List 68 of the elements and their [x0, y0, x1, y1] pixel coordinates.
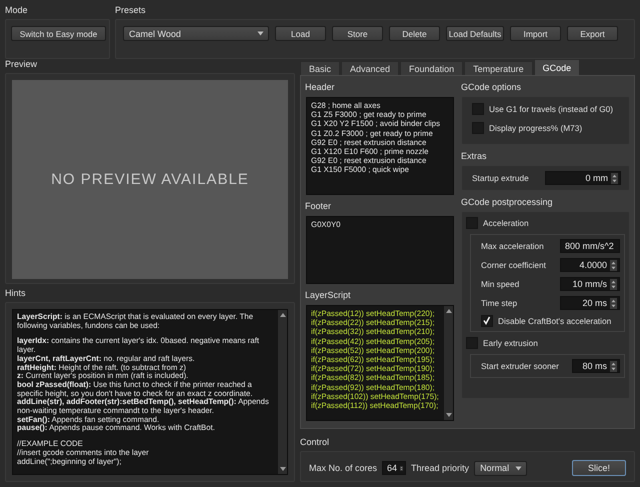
spin-arrows-icon[interactable]: [611, 172, 618, 184]
preset-button[interactable]: Store: [332, 26, 383, 41]
checkbox[interactable]: [472, 122, 484, 134]
tab[interactable]: Advanced: [341, 61, 400, 75]
group-title: Presets: [115, 5, 146, 17]
preset-button[interactable]: Load Defaults: [446, 26, 504, 41]
field-label: Max acceleration: [481, 241, 544, 251]
scroll-down-icon: [280, 467, 286, 471]
caret-icon: [257, 31, 264, 36]
scroll-down-icon: [446, 413, 452, 417]
spin-arrows-icon[interactable]: [610, 298, 617, 308]
spin-arrows-icon[interactable]: [610, 260, 617, 270]
spin-arrows-icon[interactable]: [610, 278, 617, 290]
checkbox[interactable]: [466, 337, 478, 349]
preset-dropdown[interactable]: Camel Wood: [123, 26, 269, 41]
preset-button[interactable]: Import: [510, 26, 561, 41]
field-label: Min speed: [481, 279, 520, 289]
checkbox[interactable]: [481, 315, 493, 327]
checkbox-label: Early extrusion: [483, 338, 538, 348]
group-title: Header: [305, 82, 335, 94]
checkbox[interactable]: [472, 103, 484, 115]
tab[interactable]: GCode: [534, 59, 580, 75]
checkbox-label: Disable CraftBot's acceleration: [498, 316, 612, 326]
preview-message: NO PREVIEW AVAILABLE: [51, 171, 249, 188]
switch-mode-button[interactable]: Switch to Easy mode: [11, 26, 106, 41]
checkbox-label: Acceleration: [483, 218, 529, 228]
scrollbar[interactable]: [444, 306, 453, 420]
checkbox-label: Use G1 for travels (instead of G0): [489, 104, 614, 114]
group-title: Extras: [461, 151, 487, 163]
code-editor[interactable]: [306, 97, 454, 195]
field-label: Time step: [481, 298, 518, 308]
preset-button[interactable]: Delete: [389, 26, 440, 41]
group-title: Footer: [305, 201, 332, 213]
checkbox[interactable]: [466, 217, 478, 229]
spin-field[interactable]: 20 ms: [560, 296, 620, 310]
group-title: Control: [300, 437, 330, 449]
tab[interactable]: Temperature: [464, 61, 533, 75]
code-editor[interactable]: [306, 305, 454, 421]
field-label: Max No. of cores: [309, 463, 378, 473]
field-label: Startup extrude: [472, 173, 529, 183]
tab[interactable]: Basic: [300, 61, 340, 75]
scrollbar[interactable]: [278, 310, 287, 474]
caret-icon: [515, 466, 522, 470]
group-title: Preview: [5, 59, 38, 71]
spin-field[interactable]: 0 mm: [545, 171, 621, 185]
preset-button[interactable]: Load: [275, 26, 326, 41]
group-title: Mode: [5, 5, 28, 17]
preset-button[interactable]: Export: [567, 26, 618, 41]
checkmark-icon: [482, 316, 491, 325]
spin-field[interactable]: 80 ms: [572, 359, 620, 373]
field-label: Corner coefficient: [481, 260, 546, 270]
field-label: Start extruder sooner: [481, 361, 559, 371]
checkbox-label: Display progress% (M73): [489, 123, 582, 133]
priority-dropdown[interactable]: Normal: [474, 460, 528, 476]
group-title: Hints: [5, 288, 26, 300]
slice-button[interactable]: Slice!: [572, 460, 626, 476]
group-title: GCode postprocessing: [461, 197, 553, 209]
tab[interactable]: Foundation: [400, 61, 464, 75]
scroll-up-icon: [280, 313, 286, 317]
spin-field[interactable]: 10 mm/s: [560, 277, 620, 291]
spin-arrows-icon[interactable]: [610, 360, 617, 372]
spin-field[interactable]: 4.0000: [560, 258, 620, 272]
spin-field[interactable]: 64: [382, 461, 406, 475]
field-label: Thread priority: [411, 463, 470, 473]
group-title: LayerScript: [305, 290, 351, 302]
group-title: GCode options: [461, 82, 522, 94]
scroll-up-icon: [446, 309, 452, 313]
spin-field[interactable]: 800 mm/s^2: [560, 239, 620, 253]
